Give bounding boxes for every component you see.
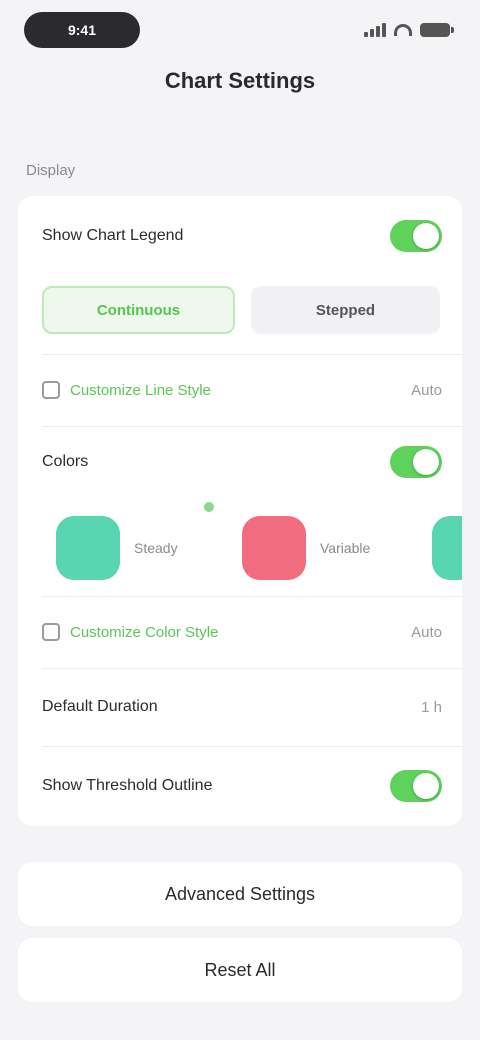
style-icon <box>42 381 60 399</box>
reset-all-button[interactable]: Reset All <box>18 938 462 1002</box>
threshold-outline-label: Show Threshold Outline <box>42 777 213 794</box>
wifi-icon <box>394 24 412 36</box>
swatch-name: Variable <box>320 540 371 556</box>
status-icons <box>364 20 454 40</box>
color-style-value: Auto <box>411 623 442 641</box>
row-colors: Colors <box>18 426 462 498</box>
segment-continuous[interactable]: Continuous <box>42 286 235 334</box>
row-default-duration[interactable]: Default Duration 1 h <box>18 668 462 746</box>
status-time-pill: 9:41 <box>24 12 140 48</box>
row-line-style[interactable]: Customize Line Style Auto <box>18 354 462 426</box>
row-show-legend: Show Chart Legend <box>18 196 462 276</box>
segment-stepped[interactable]: Stepped <box>251 286 440 334</box>
advanced-settings-button[interactable]: Advanced Settings <box>18 862 462 926</box>
row-threshold-outline: Show Threshold Outline <box>18 746 462 826</box>
status-time: 9:41 <box>67 22 97 38</box>
colors-label: Colors <box>42 453 89 470</box>
default-duration-value: 1 h <box>421 698 442 716</box>
selection-dot <box>204 502 214 512</box>
line-style-link[interactable]: Customize Line Style <box>42 381 211 399</box>
mode-segmented-control: Continuous Stepped <box>42 286 440 334</box>
line-style-value: Auto <box>411 381 442 399</box>
swatch-item-variable[interactable]: Variable <box>242 516 370 580</box>
colors-toggle[interactable] <box>390 446 442 478</box>
show-legend-toggle[interactable] <box>390 220 442 252</box>
row-color-style[interactable]: Customize Color Style Auto <box>18 596 462 668</box>
settings-card: Show Chart Legend Continuous Stepped Cus… <box>18 196 462 826</box>
threshold-outline-toggle[interactable] <box>390 770 442 802</box>
status-bar: 9:41 <box>0 0 480 60</box>
swatch-item-third[interactable] <box>432 516 462 580</box>
show-legend-label: Show Chart Legend <box>42 227 184 244</box>
swatch-item-steady[interactable]: Steady <box>56 516 178 580</box>
style-icon <box>42 623 60 641</box>
section-label: Display <box>26 162 76 179</box>
swatch-color <box>242 516 306 580</box>
page-title: Chart Settings <box>164 68 316 93</box>
swatch-color <box>432 516 462 580</box>
swatch-color <box>56 516 120 580</box>
swatch-name: Steady <box>134 540 178 556</box>
color-swatch-strip: Steady Variable <box>18 496 462 606</box>
line-style-link-label: Customize Line Style <box>70 381 211 399</box>
signal-icon <box>364 23 386 37</box>
default-duration-label: Default Duration <box>42 698 158 715</box>
battery-icon <box>420 23 454 37</box>
color-style-link[interactable]: Customize Color Style <box>42 623 218 641</box>
color-style-link-label: Customize Color Style <box>70 623 219 641</box>
